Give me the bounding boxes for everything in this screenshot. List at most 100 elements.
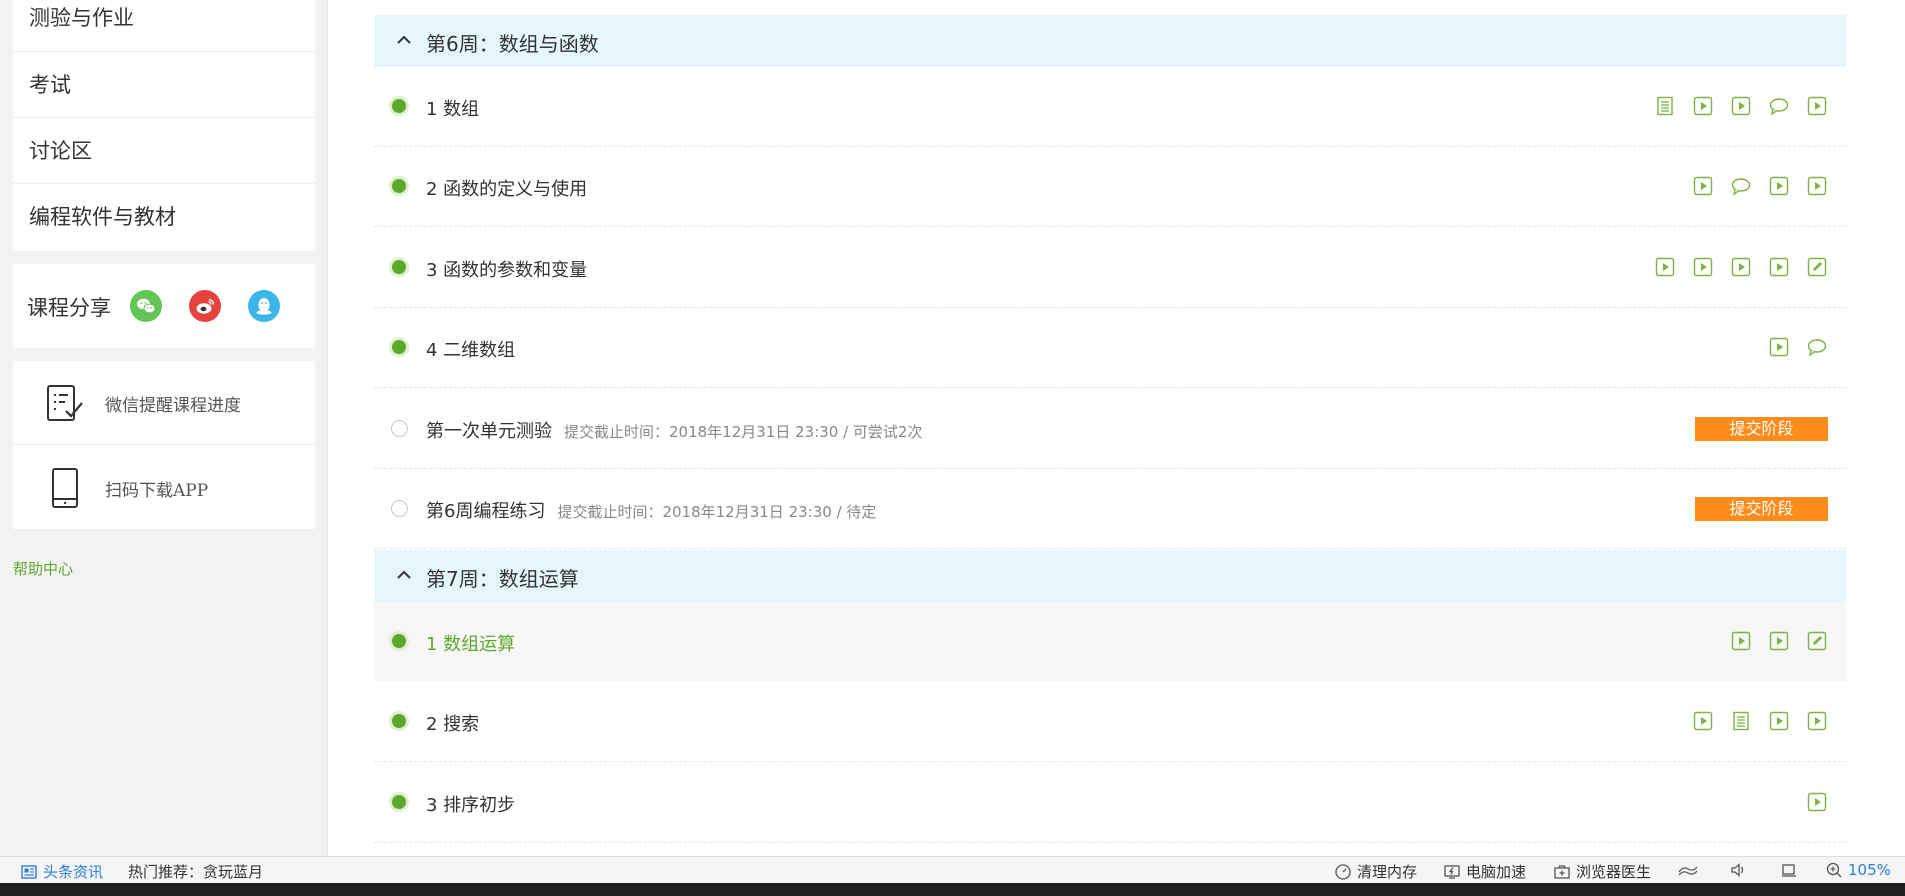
lesson-icons: [1692, 175, 1828, 197]
video-icon[interactable]: [1654, 256, 1676, 278]
video-icon[interactable]: [1768, 256, 1790, 278]
browser-doctor-button[interactable]: 浏览器医生: [1553, 861, 1651, 882]
completed-dot: [392, 99, 406, 113]
lesson-row[interactable]: 1 数组: [374, 67, 1846, 147]
document-icon[interactable]: [1654, 95, 1676, 117]
quiz-row[interactable]: 第一次单元测验 提交截止时间：2018年12月31日 23:30 / 可尝试2次 …: [374, 389, 1846, 469]
video-icon[interactable]: [1692, 95, 1714, 117]
week-header-7[interactable]: 第7周：数组运算: [374, 550, 1846, 602]
video-icon[interactable]: [1806, 791, 1828, 813]
menu-item-discussion[interactable]: 讨论区: [13, 118, 315, 184]
checklist-icon: [47, 385, 83, 421]
completed-dot: [392, 634, 406, 648]
lesson-title[interactable]: 2 函数的定义与使用: [426, 175, 587, 201]
news-label: 头条资讯: [43, 863, 104, 881]
video-icon[interactable]: [1768, 630, 1790, 652]
video-icon[interactable]: [1692, 710, 1714, 732]
hot-recommend[interactable]: 热门推荐：贪玩蓝月: [128, 861, 263, 882]
submit-stage-badge[interactable]: 提交阶段: [1695, 497, 1828, 521]
window-icon: [1782, 864, 1796, 877]
zoom-control[interactable]: 105%: [1825, 861, 1891, 879]
download-app-button[interactable]: 扫码下载APP: [13, 446, 315, 530]
weibo-icon[interactable]: [189, 290, 221, 322]
os-taskbar: [0, 883, 1905, 896]
lesson-title[interactable]: 3 函数的参数和变量: [426, 256, 587, 282]
video-icon[interactable]: [1806, 95, 1828, 117]
monitor-bolt-icon: [1444, 864, 1460, 879]
wechat-icon[interactable]: [130, 290, 162, 322]
lesson-row[interactable]: 3 函数的参数和变量: [374, 228, 1846, 308]
week-title: 第6周：数组与函数: [426, 32, 599, 56]
network-icon: [1678, 866, 1698, 876]
lesson-row[interactable]: 3 排序初步: [374, 763, 1846, 843]
document-icon[interactable]: [1730, 710, 1752, 732]
wechat-reminder-label: 微信提醒课程进度: [105, 396, 241, 416]
deadline-text: 提交截止时间：2018年12月31日 23:30 / 待定: [557, 503, 877, 521]
zoom-in-icon: [1826, 862, 1842, 878]
share-label: 课程分享: [27, 296, 111, 320]
lesson-title[interactable]: 1 数组: [426, 95, 479, 121]
gauge-icon: [1335, 863, 1351, 880]
quiz-title[interactable]: 第一次单元测验: [426, 421, 552, 442]
news-link[interactable]: 头条资讯: [20, 861, 103, 882]
video-icon[interactable]: [1768, 175, 1790, 197]
pc-speedup-button[interactable]: 电脑加速: [1443, 861, 1526, 882]
lesson-icons: [1654, 95, 1828, 117]
menu-item-software[interactable]: 编程软件与教材: [13, 184, 315, 250]
menu-item-exam[interactable]: 考试: [13, 52, 315, 118]
video-icon[interactable]: [1806, 710, 1828, 732]
lesson-row-active[interactable]: 1 数组运算: [374, 602, 1846, 682]
lesson-icons: [1692, 710, 1828, 732]
menu-item-quiz[interactable]: 测验与作业: [13, 0, 315, 52]
incomplete-dot: [391, 500, 408, 517]
lesson-title[interactable]: 第一次单元测验 提交截止时间：2018年12月31日 23:30 / 可尝试2次: [426, 417, 922, 443]
edit-icon[interactable]: [1806, 256, 1828, 278]
lesson-icons: [1730, 630, 1828, 652]
volume-button[interactable]: [1729, 861, 1747, 879]
help-center-link[interactable]: 帮助中心: [13, 558, 73, 579]
lesson-row[interactable]: 2 搜索: [374, 682, 1846, 762]
completed-dot: [392, 179, 406, 193]
lesson-title[interactable]: 2 搜索: [426, 710, 479, 736]
lesson-row[interactable]: 4 二维数组: [374, 308, 1846, 388]
lesson-title[interactable]: 1 数组运算: [426, 630, 515, 656]
incomplete-dot: [391, 420, 408, 437]
network-icon-button[interactable]: [1677, 861, 1699, 879]
edit-icon[interactable]: [1806, 630, 1828, 652]
lesson-row[interactable]: 2 函数的定义与使用: [374, 147, 1846, 227]
medkit-icon: [1554, 864, 1570, 879]
wechat-reminder-button[interactable]: 微信提醒课程进度: [13, 361, 315, 445]
sidebar: 测验与作业 考试 讨论区 编程软件与教材 课程分享 微信提醒课程进度 扫码下载A…: [0, 0, 327, 856]
qq-icon[interactable]: [248, 290, 280, 322]
discussion-icon[interactable]: [1730, 175, 1752, 197]
chevron-up-icon[interactable]: [394, 30, 414, 50]
video-icon[interactable]: [1768, 336, 1790, 358]
zoom-level: 105%: [1848, 861, 1891, 879]
exercise-title[interactable]: 第6周编程练习: [426, 501, 545, 522]
lesson-title[interactable]: 第6周编程练习 提交截止时间：2018年12月31日 23:30 / 待定: [426, 497, 876, 523]
video-icon[interactable]: [1730, 630, 1752, 652]
lesson-icons: [1654, 256, 1828, 278]
clean-memory-button[interactable]: 清理内存: [1334, 861, 1417, 882]
completed-dot: [392, 260, 406, 274]
week-header-6[interactable]: 第6周：数组与函数: [374, 15, 1846, 67]
window-mode-button[interactable]: [1780, 861, 1798, 879]
browser-status-bar: 头条资讯 热门推荐：贪玩蓝月 清理内存 电脑加速 浏览器医生 105%: [0, 856, 1905, 883]
submit-stage-badge[interactable]: 提交阶段: [1695, 417, 1828, 441]
completed-dot: [392, 714, 406, 728]
video-icon[interactable]: [1692, 256, 1714, 278]
lesson-title[interactable]: 3 排序初步: [426, 791, 515, 817]
lesson-icons: [1768, 336, 1828, 358]
exercise-row[interactable]: 第6周编程练习 提交截止时间：2018年12月31日 23:30 / 待定 提交阶…: [374, 469, 1846, 549]
chevron-up-icon[interactable]: [394, 565, 414, 585]
video-icon[interactable]: [1692, 175, 1714, 197]
pc-speedup-label: 电脑加速: [1466, 863, 1527, 881]
discussion-icon[interactable]: [1768, 95, 1790, 117]
video-icon[interactable]: [1806, 175, 1828, 197]
video-icon[interactable]: [1730, 256, 1752, 278]
lesson-title[interactable]: 4 二维数组: [426, 336, 515, 362]
discussion-icon[interactable]: [1806, 336, 1828, 358]
video-icon[interactable]: [1730, 95, 1752, 117]
lesson-icons: [1806, 791, 1828, 813]
video-icon[interactable]: [1768, 710, 1790, 732]
